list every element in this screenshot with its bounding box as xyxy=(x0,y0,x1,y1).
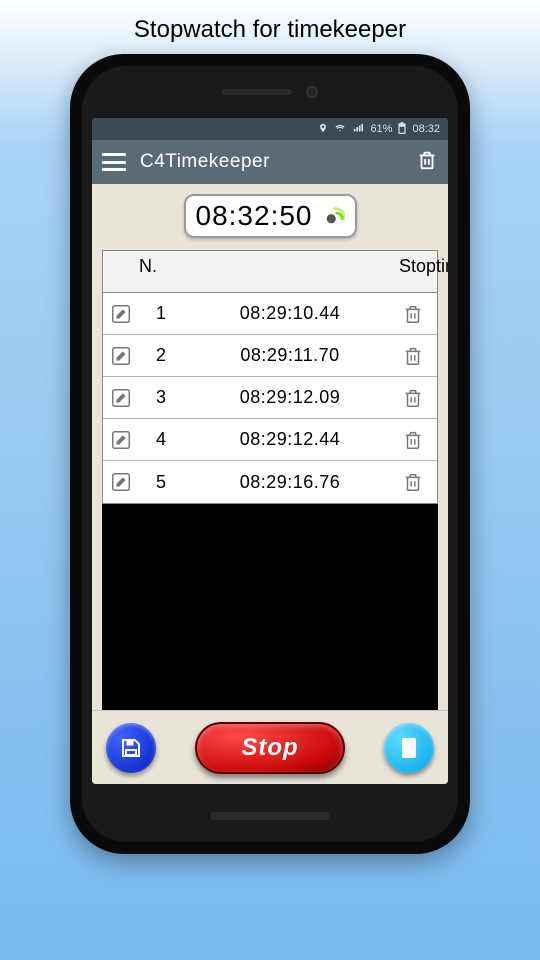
screen: 61% 08:32 C4Timekeeper xyxy=(92,118,448,784)
table-header: N. Stoptime xyxy=(103,251,437,293)
table-row: 4 08:29:12.44 xyxy=(103,419,437,461)
header-number: N. xyxy=(107,256,181,277)
row-number: 4 xyxy=(141,429,181,450)
battery-icon xyxy=(398,122,406,137)
row-stoptime: 08:29:16.76 xyxy=(181,472,399,493)
delete-row-button[interactable] xyxy=(399,342,427,370)
save-button[interactable] xyxy=(106,723,156,773)
delete-row-button[interactable] xyxy=(399,468,427,496)
table-row: 1 08:29:10.44 xyxy=(103,293,437,335)
location-icon xyxy=(318,123,328,136)
delete-row-button[interactable] xyxy=(399,426,427,454)
empty-area xyxy=(102,504,438,710)
table-row: 2 08:29:11.70 xyxy=(103,335,437,377)
row-stoptime: 08:29:10.44 xyxy=(181,303,399,324)
edit-row-button[interactable] xyxy=(107,426,135,454)
bottom-bar: Stop xyxy=(92,710,448,784)
row-number: 5 xyxy=(141,472,181,493)
app-title: C4Timekeeper xyxy=(140,151,402,173)
list-button[interactable] xyxy=(384,723,434,773)
status-bar: 61% 08:32 xyxy=(92,118,448,140)
edit-row-button[interactable] xyxy=(107,342,135,370)
current-time: 08:32:50 xyxy=(196,200,313,232)
clear-all-button[interactable] xyxy=(416,149,438,176)
wifi-icon xyxy=(334,123,346,136)
edit-row-button[interactable] xyxy=(107,384,135,412)
battery-percent: 61% xyxy=(370,123,392,135)
row-stoptime: 08:29:12.44 xyxy=(181,429,399,450)
app-bar: C4Timekeeper xyxy=(92,140,448,184)
row-number: 1 xyxy=(141,303,181,324)
row-number: 2 xyxy=(141,345,181,366)
row-number: 3 xyxy=(141,387,181,408)
gps-icon xyxy=(323,205,345,227)
status-time: 08:32 xyxy=(412,123,440,135)
row-stoptime: 08:29:11.70 xyxy=(181,345,399,366)
delete-row-button[interactable] xyxy=(399,300,427,328)
edit-row-button[interactable] xyxy=(107,300,135,328)
table-row: 5 08:29:16.76 xyxy=(103,461,437,503)
row-stoptime: 08:29:12.09 xyxy=(181,387,399,408)
header-stoptime: Stoptime xyxy=(399,256,433,277)
page-title: Stopwatch for timekeeper xyxy=(0,0,540,54)
device-frame: 61% 08:32 C4Timekeeper xyxy=(70,54,470,854)
delete-row-button[interactable] xyxy=(399,384,427,412)
stop-button[interactable]: Stop xyxy=(195,722,345,774)
current-time-display: 08:32:50 xyxy=(184,194,357,238)
signal-icon xyxy=(352,123,364,136)
laps-table: N. Stoptime 1 08:29:10.44 2 08:29:11.70 xyxy=(102,250,438,504)
menu-icon[interactable] xyxy=(102,153,126,171)
table-row: 3 08:29:12.09 xyxy=(103,377,437,419)
edit-row-button[interactable] xyxy=(107,468,135,496)
